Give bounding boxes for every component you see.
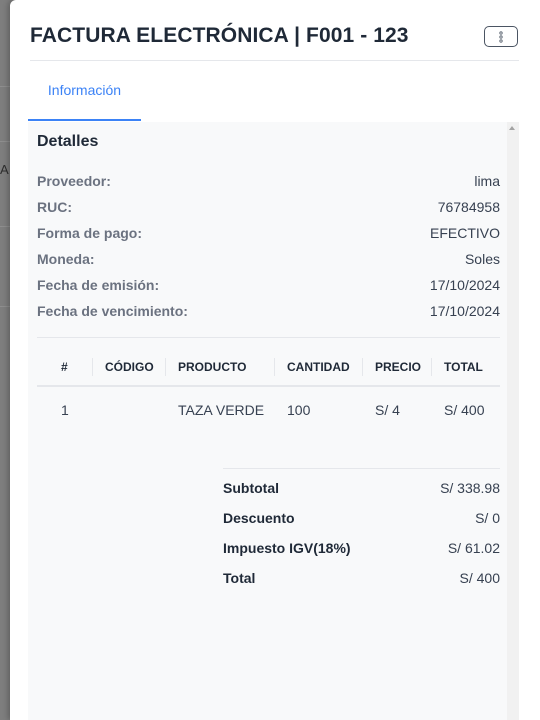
- column-header-precio: PRECIO: [363, 348, 432, 387]
- table-header-row: # CÓDIGO PRODUCTO CANTIDAD PRECIO TOTAL: [37, 348, 500, 387]
- section-title-detalles: Detalles: [37, 133, 99, 150]
- total-label: Descuento: [223, 510, 295, 526]
- detail-value: EFECTIVO: [429, 225, 500, 241]
- details-list: Proveedor: lima RUC: 76784958 Forma de p…: [37, 169, 500, 325]
- detail-value: 17/10/2024: [429, 303, 500, 319]
- total-value: S/ 61.02: [447, 540, 500, 556]
- items-table: # CÓDIGO PRODUCTO CANTIDAD PRECIO TOTAL …: [37, 348, 500, 433]
- vertical-scrollbar[interactable]: [507, 122, 519, 720]
- more-options-button[interactable]: [484, 26, 518, 47]
- modal-header: FACTURA ELECTRÓNICA | F001 - 123: [30, 20, 519, 61]
- total-label: Total: [223, 570, 256, 586]
- total-value: S/ 0: [475, 510, 500, 526]
- detail-row-moneda: Moneda: Soles: [37, 247, 500, 273]
- tab-informacion[interactable]: Información: [28, 61, 141, 121]
- cell-codigo: [93, 386, 166, 433]
- detail-label: RUC:: [37, 199, 72, 215]
- total-row-subtotal: Subtotal S/ 338.98: [223, 469, 500, 499]
- column-header-codigo: CÓDIGO: [93, 348, 166, 387]
- modal-title: FACTURA ELECTRÓNICA | F001 - 123: [30, 24, 409, 47]
- total-row-total: Total S/ 400: [223, 559, 500, 589]
- detail-row-fecha-vencimiento: Fecha de vencimiento: 17/10/2024: [37, 299, 500, 325]
- scroll-up-arrow-icon[interactable]: [509, 126, 515, 130]
- cell-cantidad: 100: [287, 402, 311, 418]
- detail-label: Forma de pago:: [37, 225, 143, 241]
- total-value: S/ 400: [459, 570, 500, 586]
- detail-label: Fecha de vencimiento:: [37, 303, 188, 319]
- detail-label: Moneda:: [37, 251, 95, 267]
- cell-producto: TAZA VERDE: [178, 402, 265, 418]
- detail-label: Proveedor:: [37, 173, 111, 189]
- section-divider: [37, 337, 500, 338]
- total-row-impuesto: Impuesto IGV(18%) S/ 61.02: [223, 529, 500, 559]
- totals-summary: Subtotal S/ 338.98 Descuento S/ 0 Impues…: [223, 468, 500, 589]
- column-header-number: #: [37, 348, 93, 387]
- cell-precio: S/ 4: [375, 402, 400, 418]
- total-value: S/ 338.98: [440, 480, 500, 496]
- detail-value: 17/10/2024: [429, 277, 500, 293]
- modal-content: Detalles Proveedor: lima RUC: 76784958 F…: [28, 122, 507, 720]
- detail-label: Fecha de emisión:: [37, 277, 160, 293]
- detail-value: Soles: [464, 251, 500, 267]
- cell-total: S/ 400: [444, 402, 485, 418]
- tab-bar: Información: [28, 61, 519, 123]
- total-label: Subtotal: [223, 480, 279, 496]
- cell-number: 1: [61, 402, 69, 418]
- invoice-modal: FACTURA ELECTRÓNICA | F001 - 123 Informa…: [10, 0, 540, 720]
- kebab-vertical-icon: [499, 30, 503, 43]
- column-header-cantidad: CANTIDAD: [275, 348, 363, 387]
- detail-row-fecha-emision: Fecha de emisión: 17/10/2024: [37, 273, 500, 299]
- detail-value: lima: [474, 173, 500, 189]
- background-text: A: [0, 162, 9, 177]
- detail-row-proveedor: Proveedor: lima: [37, 169, 500, 195]
- total-row-descuento: Descuento S/ 0: [223, 499, 500, 529]
- column-header-producto: PRODUCTO: [166, 348, 275, 387]
- detail-row-ruc: RUC: 76784958: [37, 195, 500, 221]
- table-row: 1 TAZA VERDE 100 S/ 4 S/ 400: [37, 386, 500, 433]
- detail-value: 76784958: [437, 199, 500, 215]
- column-header-total: TOTAL: [432, 348, 500, 387]
- total-label: Impuesto IGV(18%): [223, 540, 351, 556]
- detail-row-forma-de-pago: Forma de pago: EFECTIVO: [37, 221, 500, 247]
